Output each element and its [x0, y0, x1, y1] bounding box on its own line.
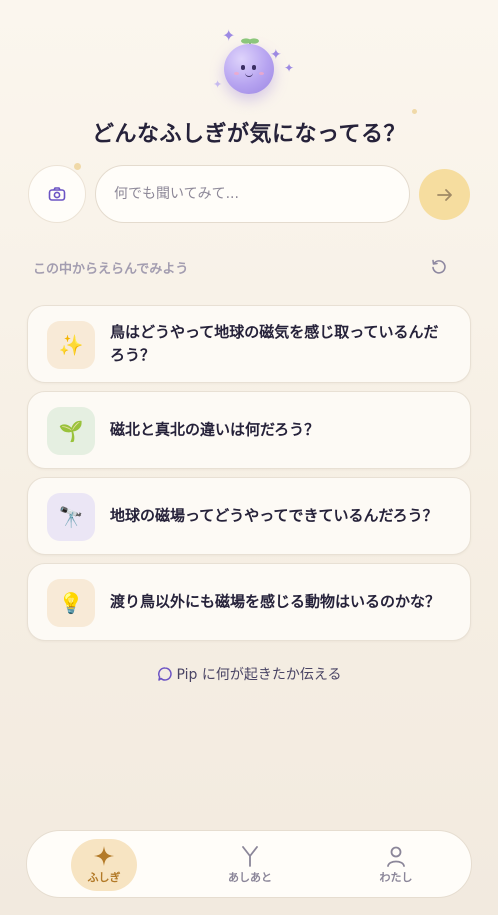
nav-item-fushigi[interactable]: ふしぎ [71, 839, 137, 891]
suggestion-card[interactable]: 🔭 地球の磁場ってどうやってできているんだろう？ [27, 477, 471, 555]
nav-item-watashi[interactable]: わたし [363, 839, 429, 891]
suggestion-text: 渡り鳥以外にも磁場を感じる動物はいるのかな？ [110, 592, 441, 611]
footprint-icon [242, 846, 258, 867]
suggestion-card[interactable]: ✨ 鳥はどうやって地球の磁気を感じ取っているんだろう？ [27, 305, 471, 383]
camera-button[interactable] [28, 165, 86, 223]
nav-label: ふしぎ [87, 871, 121, 884]
decor-dot [412, 109, 417, 114]
refresh-icon [432, 259, 446, 274]
report-label: Pip に何が起きたか伝える [176, 667, 342, 683]
sprout-icon: 🌱 [47, 407, 95, 455]
nav-label: わたし [379, 871, 413, 884]
sparkle-icon: ✦ [222, 26, 236, 45]
refresh-button[interactable] [430, 258, 448, 280]
speech-bubble-icon [157, 667, 172, 681]
telescope-icon: 🔭 [47, 493, 95, 541]
suggestion-card[interactable]: 💡 渡り鳥以外にも磁場を感じる動物はいるのかな？ [27, 563, 471, 641]
pip-mascot [224, 44, 274, 94]
sparkles-icon: ✨ [47, 321, 95, 369]
nav-label: あしあと [228, 871, 272, 884]
bottom-nav: ふしぎ あしあと わたし [26, 830, 472, 898]
suggestion-text: 磁北と真北の違いは何だろう？ [110, 420, 320, 439]
camera-icon [48, 187, 66, 201]
sparkle-icon [94, 846, 114, 866]
person-icon [387, 846, 405, 867]
lightbulb-icon: 💡 [47, 579, 95, 627]
arrow-right-icon [436, 188, 452, 201]
suggestions-label: この中からえらんでみよう [33, 262, 189, 277]
suggestion-card[interactable]: 🌱 磁北と真北の違いは何だろう？ [27, 391, 471, 469]
mascot-area: ✦ ✦ ✦ ✦ [0, 22, 498, 114]
decor-dot [74, 163, 81, 170]
sparkle-icon: ✦ [284, 61, 295, 75]
search-input[interactable] [95, 165, 410, 223]
sparkle-icon: ✦ [213, 78, 223, 91]
page-title: どんなふしぎが気になってる？ [92, 122, 406, 147]
suggestion-text: 地球の磁場ってどうやってできているんだろう？ [110, 506, 438, 525]
suggestion-text: 鳥はどうやって地球の磁気を感じ取っているんだろう？ [110, 323, 439, 364]
send-button[interactable] [419, 169, 470, 220]
nav-item-ashiato[interactable]: あしあと [217, 839, 283, 891]
report-link[interactable]: Pip に何が起きたか伝える [0, 664, 498, 684]
